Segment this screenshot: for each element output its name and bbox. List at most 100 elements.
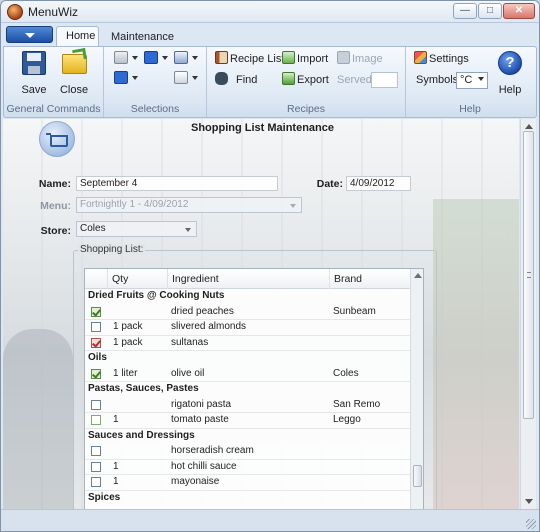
- chevron-down-icon: [478, 77, 485, 81]
- table-row[interactable]: 1 tomato paste Leggo: [85, 413, 410, 429]
- cell-qty: 1: [113, 476, 119, 487]
- floppy-disk-icon: [22, 51, 46, 75]
- cell-ingredient: dried peaches: [171, 305, 234, 317]
- cell-brand: Leggo: [333, 414, 361, 425]
- bin-icon: [144, 51, 158, 64]
- purchased-checkbox[interactable]: [91, 446, 101, 456]
- temperature-unit-select[interactable]: °C: [456, 72, 488, 89]
- purchased-checkbox[interactable]: [91, 322, 101, 332]
- purchased-checkbox[interactable]: [91, 415, 101, 425]
- cart-icon: [174, 51, 188, 64]
- cell-ingredient: mayonaise: [171, 476, 220, 487]
- store-select[interactable]: Coles: [76, 221, 197, 237]
- help-group: Settings Symbols °C ? Help Help: [406, 47, 534, 117]
- column-header-brand[interactable]: Brand: [329, 269, 410, 289]
- bin-selection-dropdown[interactable]: [144, 51, 168, 68]
- column-header-qty[interactable]: Qty: [107, 269, 163, 289]
- table-row[interactable]: horseradish cream: [85, 444, 410, 460]
- shopping-cart-icon: [39, 121, 75, 157]
- application-menu-button[interactable]: [6, 26, 53, 43]
- cell-brand: Sunbeam: [333, 305, 376, 317]
- page-scrollbar[interactable]: [520, 119, 536, 509]
- scroll-grip-icon: [527, 272, 531, 278]
- question-mark-icon: ?: [498, 51, 522, 75]
- save-button[interactable]: Save: [16, 50, 52, 96]
- chevron-down-icon: [132, 76, 138, 80]
- grid-scroll-thumb[interactable]: [413, 465, 422, 487]
- page-scroll-thumb[interactable]: [523, 131, 534, 419]
- help-label: Help: [498, 84, 522, 96]
- cell-brand: Coles: [333, 367, 359, 379]
- close-button[interactable]: Close: [56, 50, 92, 96]
- cell-ingredient: slivered almonds: [171, 321, 247, 332]
- item-selection-dropdown[interactable]: [114, 71, 138, 88]
- close-window-button[interactable]: ✕: [503, 3, 535, 19]
- menu-select[interactable]: Fortnightly 1 - 4/09/2012: [76, 197, 302, 213]
- recipe-list-button[interactable]: Recipe List: [215, 51, 284, 68]
- cell-ingredient: horseradish cream: [171, 445, 254, 456]
- category-name: Oils: [88, 352, 107, 363]
- scroll-up-arrow-icon[interactable]: [525, 124, 533, 129]
- menu-select-value: Fortnightly 1 - 4/09/2012: [80, 199, 189, 210]
- status-bar: [1, 509, 539, 531]
- resize-grip-icon[interactable]: [526, 519, 536, 529]
- chevron-down-icon: [192, 56, 198, 60]
- cell-qty: 1: [113, 460, 119, 472]
- chevron-down-icon: [132, 56, 138, 60]
- chevron-down-icon: [192, 76, 198, 80]
- cell-qty: 1: [113, 414, 119, 425]
- table-row[interactable]: 1 pack slivered almonds: [85, 320, 410, 336]
- cell-ingredient: sultanas: [171, 336, 209, 348]
- purchased-checkbox[interactable]: [91, 337, 101, 348]
- image-button[interactable]: Image: [337, 51, 383, 68]
- binoculars-icon: [215, 72, 228, 85]
- column-header-ingredient[interactable]: Ingredient: [167, 269, 327, 289]
- title-bar: MenuWiz — □ ✕: [1, 1, 539, 23]
- settings-icon: [414, 51, 427, 64]
- shopping-list-title: Shopping List:: [78, 244, 146, 255]
- scroll-up-arrow-icon[interactable]: [414, 273, 422, 278]
- close-label: Close: [59, 84, 89, 96]
- app-window: MenuWiz — □ ✕ Home Maintenance Save Clos…: [0, 0, 540, 532]
- recipe-selection-dropdown[interactable]: [114, 51, 138, 68]
- recipes-group: Recipe List Import Image Find Export Ser…: [207, 47, 406, 117]
- scroll-down-arrow-icon[interactable]: [525, 499, 533, 504]
- name-label: Name:: [38, 178, 71, 190]
- served-input[interactable]: [371, 72, 398, 88]
- find-button[interactable]: Find: [215, 72, 257, 89]
- purchased-checkbox[interactable]: [91, 368, 101, 379]
- tab-home[interactable]: Home: [56, 26, 99, 47]
- cart-selection-dropdown[interactable]: [174, 51, 198, 68]
- table-row[interactable]: 1 pack sultanas: [85, 336, 410, 351]
- tab-maintenance[interactable]: Maintenance: [102, 28, 183, 47]
- help-button[interactable]: ? Help: [494, 50, 526, 96]
- help-group-label: Help: [459, 103, 481, 115]
- import-button[interactable]: Import: [282, 51, 328, 68]
- grid-scrollbar[interactable]: [410, 269, 423, 517]
- folder-icon: [62, 54, 87, 74]
- category-name: Spices: [88, 491, 121, 503]
- table-row[interactable]: dried peaches Sunbeam: [85, 305, 410, 320]
- table-row[interactable]: 1 hot chilli sauce: [85, 460, 410, 475]
- grid-body: Dried Fruits @ Cooking Nuts dried peaches…: [85, 289, 410, 506]
- general-commands-label: General Commands: [6, 103, 101, 115]
- table-row[interactable]: 1 mayonaise: [85, 475, 410, 491]
- table-row[interactable]: 1 liter olive oil Coles: [85, 367, 410, 382]
- window-title: MenuWiz: [28, 5, 79, 19]
- purchased-checkbox[interactable]: [91, 399, 101, 410]
- minimize-button[interactable]: —: [453, 3, 477, 19]
- maximize-button[interactable]: □: [478, 3, 502, 19]
- cell-qty: 1 pack: [113, 321, 143, 332]
- settings-button[interactable]: Settings: [414, 51, 469, 68]
- name-field[interactable]: September 4: [76, 176, 278, 191]
- date-field[interactable]: 4/09/2012: [346, 176, 411, 191]
- menu-label: Menu:: [40, 200, 71, 212]
- purchased-checkbox[interactable]: [91, 477, 101, 487]
- symbols-label: Symbols: [416, 74, 459, 86]
- shirt-selection-dropdown[interactable]: [174, 71, 198, 88]
- purchased-checkbox[interactable]: [91, 461, 101, 472]
- purchased-checkbox[interactable]: [91, 306, 101, 317]
- table-row[interactable]: rigatoni pasta San Remo: [85, 398, 410, 413]
- export-button[interactable]: Export: [282, 72, 329, 89]
- cell-ingredient: olive oil: [171, 367, 205, 379]
